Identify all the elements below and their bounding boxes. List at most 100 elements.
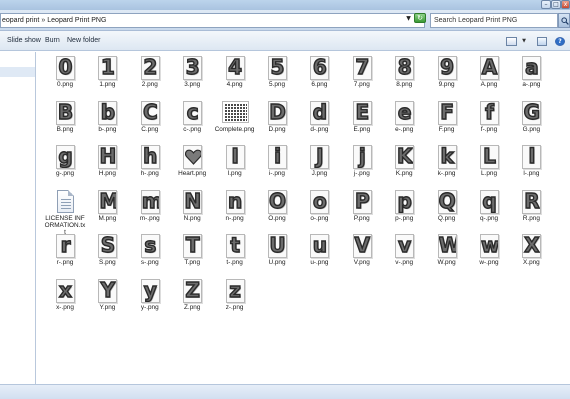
file-item[interactable]: s s-.png <box>129 232 171 278</box>
refresh-icon[interactable]: ↻ <box>414 13 426 23</box>
leopard-glyph: B <box>57 100 74 124</box>
file-item[interactable]: r r-.png <box>44 232 86 278</box>
view-dropdown-icon[interactable]: ▼ <box>521 37 527 46</box>
search-icon[interactable] <box>558 13 570 28</box>
file-item[interactable]: p p-.png <box>383 188 425 234</box>
file-name-label: y-.png <box>140 304 159 311</box>
file-item[interactable]: W W.png <box>426 232 468 278</box>
preview-pane-icon[interactable] <box>537 37 547 46</box>
text-file-icon <box>57 189 74 213</box>
file-item[interactable]: E E.png <box>341 99 383 145</box>
file-item[interactable]: 0 0.png <box>44 54 86 100</box>
file-item[interactable]: 7 7.png <box>341 54 383 100</box>
file-item[interactable]: q q-.png <box>468 188 510 234</box>
file-item[interactable]: L L.png <box>468 143 510 189</box>
file-item[interactable]: j j-.png <box>341 143 383 189</box>
image-thumbnail: H <box>98 145 118 170</box>
file-item[interactable]: D D.png <box>256 99 298 145</box>
file-item[interactable]: l l-.png <box>510 143 552 189</box>
nav-selected-item[interactable] <box>0 67 35 77</box>
breadcrumb-current[interactable]: Leopard Print PNG <box>47 17 106 24</box>
file-item[interactable]: g g-.png <box>44 143 86 189</box>
file-item[interactable]: J J.png <box>298 143 340 189</box>
file-item[interactable]: H H.png <box>86 143 128 189</box>
close-button[interactable]: x <box>561 0 570 9</box>
breadcrumb-parent[interactable]: eopard print <box>2 17 39 24</box>
file-item[interactable]: 1 1.png <box>86 54 128 100</box>
file-item[interactable]: y y-.png <box>129 277 171 323</box>
file-item[interactable]: t t-.png <box>214 232 256 278</box>
file-item[interactable]: N N.png <box>171 188 213 234</box>
file-item[interactable]: 5 5.png <box>256 54 298 100</box>
file-item[interactable]: 2 2.png <box>129 54 171 100</box>
maximize-button[interactable]: □ <box>551 0 561 9</box>
image-thumbnail: c <box>183 100 203 125</box>
burn-button[interactable]: Burn <box>45 31 60 51</box>
file-item[interactable]: a a-.png <box>510 54 552 100</box>
file-item[interactable]: C C.png <box>129 99 171 145</box>
file-item[interactable]: w w-.png <box>468 232 510 278</box>
file-item[interactable]: P P.png <box>341 188 383 234</box>
file-item[interactable]: e e-.png <box>383 99 425 145</box>
file-item[interactable]: U U.png <box>256 232 298 278</box>
file-item[interactable]: b b-.png <box>86 99 128 145</box>
leopard-glyph: m <box>142 191 159 213</box>
file-item[interactable]: z z-.png <box>214 277 256 323</box>
file-item[interactable]: B B.png <box>44 99 86 145</box>
image-thumbnail: 8 <box>395 56 415 80</box>
file-item[interactable]: Heart.png <box>171 143 213 189</box>
file-item[interactable]: Y Y.png <box>86 277 128 323</box>
file-item[interactable]: A A.png <box>468 54 510 100</box>
file-item[interactable]: o o-.png <box>298 188 340 234</box>
file-item[interactable]: c c-.png <box>171 99 213 145</box>
address-bar[interactable]: eopard print» Leopard Print PNG <box>0 13 425 28</box>
file-name-label: N.png <box>183 214 201 222</box>
search-input[interactable]: Search Leopard Print PNG <box>430 13 558 28</box>
file-name-label: X.png <box>523 259 540 267</box>
file-item[interactable]: Q Q.png <box>426 188 468 234</box>
file-item[interactable]: d d-.png <box>298 99 340 145</box>
file-item[interactable]: v v-.png <box>383 232 425 278</box>
file-item[interactable]: R R.png <box>510 188 552 234</box>
file-item[interactable]: 6 6.png <box>298 54 340 100</box>
file-item[interactable]: S S.png <box>86 232 128 278</box>
leopard-glyph: T <box>185 234 200 258</box>
file-item[interactable]: LICENSE INFORMATION.txt <box>44 188 86 236</box>
file-name-label: 3.png <box>184 81 201 88</box>
file-item[interactable]: X X.png <box>510 232 552 278</box>
file-item[interactable]: i i-.png <box>256 143 298 189</box>
address-dropdown-icon[interactable]: ▼ <box>404 13 413 24</box>
file-item[interactable]: mm-.png <box>129 188 171 234</box>
file-item[interactable]: G G.png <box>510 99 552 145</box>
file-item[interactable]: F F.png <box>426 99 468 145</box>
file-item[interactable]: 8 8.png <box>383 54 425 100</box>
minimize-button[interactable]: – <box>541 0 551 9</box>
file-item[interactable]: n n-.png <box>214 188 256 234</box>
file-item[interactable]: Complete.png <box>214 99 256 145</box>
file-grid[interactable]: 0 0.png 1 1.png 2 2.png 3 3.png 4 4.png 5 5.png 6 6.p… <box>37 52 570 384</box>
file-item[interactable]: V V.png <box>341 232 383 278</box>
file-item[interactable]: Z Z.png <box>171 277 213 323</box>
file-name-label: 7.png <box>353 81 370 88</box>
file-item[interactable]: T T.png <box>171 232 213 278</box>
file-item[interactable]: I I.png <box>214 143 256 189</box>
file-item[interactable]: 4 4.png <box>214 54 256 100</box>
new-folder-button[interactable]: New folder <box>67 31 100 51</box>
slide-show-button[interactable]: Slide show <box>7 31 41 51</box>
file-item[interactable]: 3 3.png <box>171 54 213 100</box>
navigation-pane[interactable] <box>0 52 36 384</box>
leopard-glyph: H <box>99 145 117 169</box>
file-item[interactable]: u u-.png <box>298 232 340 278</box>
change-view-icon[interactable] <box>506 37 517 46</box>
file-item[interactable]: f f-.png <box>468 99 510 145</box>
file-item[interactable]: M M.png <box>86 188 128 234</box>
file-item[interactable]: x x-.png <box>44 277 86 323</box>
file-name-label: h-.png <box>140 170 159 178</box>
file-item[interactable]: O O.png <box>256 188 298 234</box>
help-icon[interactable]: ? <box>555 37 565 46</box>
file-name-label: F.png <box>438 125 455 133</box>
file-item[interactable]: k k-.png <box>426 143 468 189</box>
file-item[interactable]: K K.png <box>383 143 425 189</box>
file-item[interactable]: h h-.png <box>129 143 171 189</box>
file-item[interactable]: 9 9.png <box>426 54 468 100</box>
